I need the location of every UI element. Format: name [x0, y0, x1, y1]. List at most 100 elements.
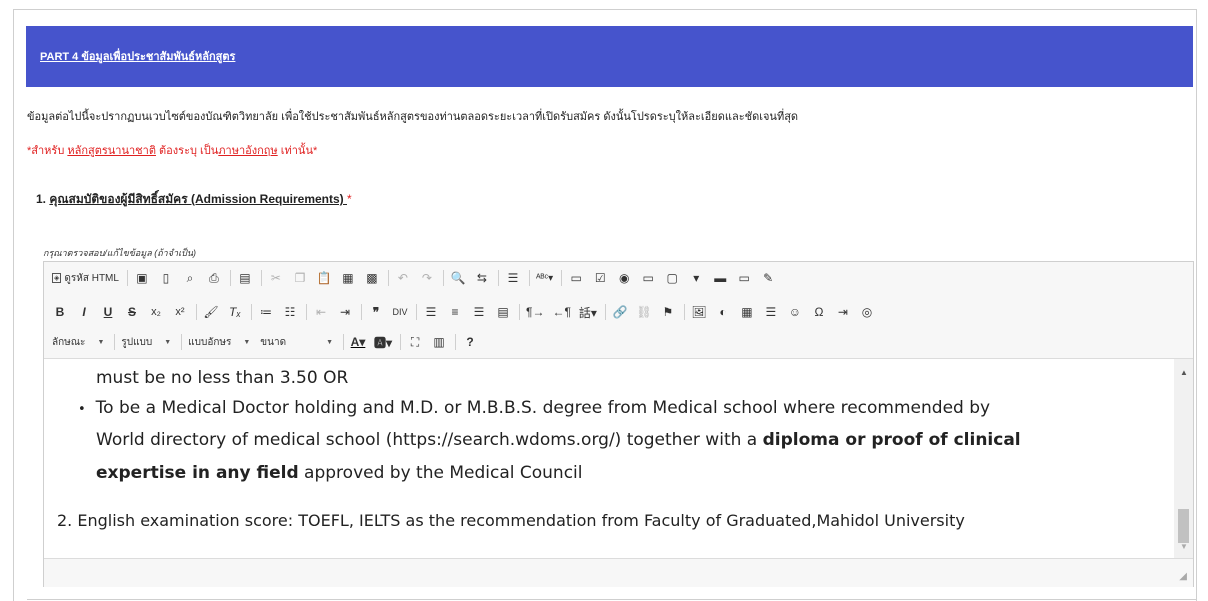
separator	[181, 334, 183, 350]
print-icon[interactable]: ⎙	[206, 269, 222, 287]
list-item: • To be a Medical Doctor holding and M.D.…	[78, 398, 990, 418]
find-icon[interactable]: 🔍	[450, 269, 466, 287]
scroll-up-icon[interactable]: ▲	[1180, 368, 1188, 377]
content-line: must be no less than 3.50 OR	[96, 368, 349, 388]
image-button-icon[interactable]: ▭	[736, 269, 752, 287]
paste-word-icon[interactable]: ▩	[364, 269, 380, 287]
ltr-icon[interactable]: ¶→	[526, 303, 544, 321]
align-center-icon[interactable]: ≡	[447, 303, 463, 321]
redo-icon[interactable]: ↷	[419, 269, 435, 287]
numbered-list-icon[interactable]: ≔	[258, 303, 274, 321]
underline-button[interactable]: U	[100, 303, 116, 321]
textarea-icon[interactable]: ▢	[664, 269, 680, 287]
size-dropdown[interactable]: ขนาด ▼	[260, 335, 333, 350]
separator	[683, 304, 685, 320]
editor-content[interactable]: must be no less than 3.50 OR • To be a Me…	[44, 359, 1174, 558]
table-icon[interactable]: ▦	[739, 303, 755, 321]
image-icon[interactable]: 🖼	[691, 303, 707, 321]
resize-handle-icon[interactable]: ◢	[1179, 571, 1187, 582]
content-line: To be a Medical Doctor holding and M.D. …	[95, 398, 991, 418]
div-icon[interactable]: DIV	[392, 303, 408, 321]
anchor-flag-icon[interactable]: ⚑	[660, 303, 676, 321]
preview-icon[interactable]: ⌕	[182, 269, 198, 287]
font-dropdown[interactable]: แบบอักษร ▼	[188, 335, 250, 350]
form-icon[interactable]: ▭	[568, 269, 584, 287]
show-blocks-icon[interactable]: ▥	[431, 333, 447, 351]
flash-icon[interactable]: ◐	[715, 303, 731, 321]
justify-icon[interactable]: ▤	[495, 303, 511, 321]
align-left-icon[interactable]: ☰	[423, 303, 439, 321]
subscript-button[interactable]: x₂	[148, 303, 164, 321]
content-bold: diploma or proof of clinical	[762, 430, 1021, 450]
unlink-icon[interactable]: ⛓	[636, 303, 652, 321]
bullet-list-icon[interactable]: ☷	[282, 303, 298, 321]
copy-icon[interactable]: ❐	[292, 269, 308, 287]
save-icon[interactable]: ▣	[134, 269, 150, 287]
edit-hint: กรุณาตรวจสอบ/แก้ไขข้อมูล (ถ้าจำเป็น)	[43, 248, 197, 258]
notice-mid: ต้องระบุ เป็น	[155, 145, 219, 157]
separator	[604, 304, 606, 320]
button-icon[interactable]: ▬	[712, 269, 728, 287]
replace-icon[interactable]: ⇆	[474, 269, 490, 287]
separator	[260, 270, 262, 286]
rtl-icon[interactable]: ←¶	[552, 303, 570, 321]
separator	[497, 270, 499, 286]
bold-button[interactable]: B	[52, 303, 68, 321]
iframe-globe-icon[interactable]: ◎	[859, 303, 875, 321]
maximize-icon[interactable]: ⛶	[407, 333, 423, 351]
paste-text-icon[interactable]: ▦	[340, 269, 356, 287]
align-right-icon[interactable]: ☰	[471, 303, 487, 321]
page-break-icon[interactable]: ⇥	[835, 303, 851, 321]
scroll-down-icon[interactable]: ▼	[1180, 542, 1188, 551]
superscript-button[interactable]: x²	[172, 303, 188, 321]
new-page-icon[interactable]: ▯	[158, 269, 174, 287]
separator	[306, 304, 307, 320]
indent-icon[interactable]: ⇥	[337, 303, 353, 321]
scroll-thumb[interactable]	[1178, 509, 1189, 543]
select-all-icon[interactable]: ☰	[505, 269, 521, 287]
separator	[561, 270, 563, 286]
separator	[416, 304, 417, 320]
select-icon[interactable]: ▾	[688, 269, 704, 287]
copy-format-icon[interactable]: 🖌	[203, 303, 219, 321]
language-icon[interactable]: 話▾	[579, 303, 597, 321]
link-icon[interactable]: 🔗	[612, 303, 628, 321]
text-color-button[interactable]: A▾	[350, 333, 366, 351]
style-dropdown[interactable]: ลักษณะ ▼	[52, 335, 104, 350]
section-title: PART 4 ข้อมูลเพื่อประชาสัมพันธ์หลักสูตร	[40, 51, 236, 63]
undo-icon[interactable]: ↶	[395, 269, 411, 287]
strike-button[interactable]: S	[124, 303, 140, 321]
hidden-field-icon[interactable]: ✎	[760, 269, 776, 287]
intro-text: ข้อมูลต่อไปนี้จะปรากฏบนเวบไซต์ของบัณฑิตว…	[27, 111, 799, 123]
source-icon: ◈	[52, 273, 62, 283]
content-line: World directory of medical school (https…	[96, 430, 1021, 450]
smiley-icon[interactable]: ☺	[787, 303, 803, 321]
notice-suffix: เท่านั้น*	[277, 145, 318, 157]
special-char-icon[interactable]: Ω	[811, 303, 827, 321]
required-mark: *	[347, 192, 352, 206]
rich-text-editor[interactable]: ◈ ดูรหัส HTML ▣ ▯ ⌕ ⎙ ▤ ✂ ❐ 📋 ▦ ▩ ↶ ↷ 🔍 ⇆	[43, 261, 1194, 587]
notice-text: *สำหรับ หลักสูตรนานาชาติ ต้องระบุ เป็นภา…	[27, 141, 317, 159]
bg-color-button[interactable]: 🅰▾	[374, 333, 392, 351]
horizontal-line-icon[interactable]: ☰	[763, 303, 779, 321]
cut-icon[interactable]: ✂	[268, 269, 284, 287]
italic-button[interactable]: I	[76, 303, 92, 321]
content-line: expertise in any field approved by the M…	[96, 463, 583, 483]
blockquote-icon[interactable]: ❞	[368, 303, 384, 321]
bullet-mark: •	[78, 402, 86, 417]
format-dropdown[interactable]: รูปแบบ ▼	[121, 335, 171, 350]
notice-prefix: *สำหรับ	[27, 145, 68, 157]
paste-icon[interactable]: 📋	[316, 269, 332, 287]
separator	[126, 270, 128, 286]
textfield-icon[interactable]: ▭	[640, 269, 656, 287]
outdent-icon[interactable]: ⇤	[313, 303, 329, 321]
help-button[interactable]: ?	[462, 333, 478, 351]
spellcheck-icon[interactable]: ᴬᴮᶜ▾	[536, 269, 553, 287]
checkbox-icon[interactable]: ☑	[592, 269, 608, 287]
templates-icon[interactable]: ▤	[237, 269, 253, 287]
editor-scrollbar[interactable]: ▲ ▼	[1174, 359, 1193, 558]
remove-format-icon[interactable]: Tₓ	[227, 303, 243, 321]
source-button[interactable]: ◈ ดูรหัส HTML	[52, 269, 119, 287]
radio-icon[interactable]: ◉	[616, 269, 632, 287]
notice-link-international: หลักสูตรนานาชาติ	[67, 145, 156, 157]
